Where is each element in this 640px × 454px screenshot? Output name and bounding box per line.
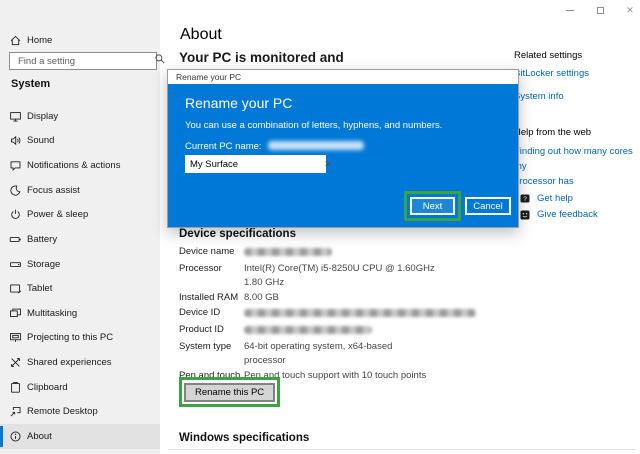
minimize-icon	[566, 9, 574, 11]
notifications-icon	[9, 159, 22, 172]
clipboard-icon	[9, 381, 22, 394]
current-pc-name-redacted	[267, 141, 364, 150]
spec-value: Pen and touch support with 10 touch poin…	[244, 370, 427, 381]
related-settings-heading: Related settings	[514, 50, 583, 61]
device-name-redacted	[244, 248, 332, 256]
dialog-description: You can use a combination of letters, hy…	[185, 120, 443, 131]
device-specifications-heading: Device specifications	[179, 228, 296, 240]
maximize-icon	[596, 6, 604, 14]
sidebar-item-remote-desktop[interactable]: Remote Desktop	[0, 400, 160, 425]
current-pc-name-label: Current PC name:	[185, 141, 364, 152]
give-feedback-link[interactable]: Give feedback	[537, 207, 598, 222]
sidebar-item-tablet[interactable]: Tablet	[0, 276, 160, 301]
close-button[interactable]: ✕	[622, 4, 638, 16]
spec-label: Product ID	[179, 324, 224, 335]
spec-value-redacted	[244, 245, 494, 261]
selected-accent-bar	[0, 426, 3, 447]
security-status-heading: Your PC is monitored and	[179, 50, 344, 65]
annotation-green-box-next	[404, 191, 461, 221]
device-specifications-table: Device name Processor Intel(R) Core(TM) …	[179, 245, 494, 383]
help-cores-link[interactable]: Finding out how many cores my processor …	[514, 144, 640, 189]
get-help-link[interactable]: Get help	[537, 191, 573, 206]
spec-label: Installed RAM	[179, 292, 239, 303]
sidebar: Home System Display Sound Notifications …	[0, 0, 165, 454]
projecting-icon	[9, 331, 22, 344]
bitlocker-settings-link[interactable]: BitLocker settings	[514, 66, 589, 81]
sidebar-item-power-sleep[interactable]: Power & sleep	[0, 203, 160, 228]
page-title: About	[180, 26, 222, 43]
sidebar-item-about[interactable]: About	[0, 424, 160, 449]
maximize-button[interactable]	[592, 4, 608, 16]
sidebar-item-storage[interactable]: Storage	[0, 252, 160, 277]
sidebar-item-label: Home	[27, 34, 53, 46]
annotation-green-box: Rename this PC	[179, 377, 281, 407]
focus-assist-icon	[9, 184, 22, 197]
sidebar-nav: Display Sound Notifications & actions Fo…	[0, 104, 160, 449]
product-id-redacted	[244, 326, 372, 334]
sidebar-item-shared-experiences[interactable]: Shared experiences	[0, 350, 160, 375]
search-box	[9, 52, 165, 70]
sidebar-item-display[interactable]: Display	[0, 104, 160, 129]
sidebar-section-title: System	[11, 78, 51, 90]
search-icon	[154, 52, 168, 70]
spec-label: Processor	[179, 263, 222, 274]
dialog-body: Rename your PC You can use a combination…	[168, 84, 518, 227]
close-icon: ✕	[626, 4, 634, 15]
pc-name-input-box: ✕	[185, 155, 332, 173]
dialog-titlebar: Rename your PC	[168, 70, 518, 84]
rename-this-pc-button[interactable]: Rename this PC	[184, 383, 276, 402]
dialog-heading: Rename your PC	[185, 95, 293, 111]
power-icon	[9, 208, 22, 221]
sound-icon	[9, 134, 22, 147]
remote-desktop-icon	[9, 405, 22, 418]
settings-window: Settings ✕ Home System Display	[0, 0, 640, 454]
sidebar-item-sound[interactable]: Sound	[0, 129, 160, 154]
tablet-icon	[9, 282, 22, 295]
home-icon	[9, 34, 22, 47]
window-controls: ✕	[562, 4, 638, 16]
spec-label: System type	[179, 341, 232, 352]
spec-value: Intel(R) Core(TM) i5-8250U CPU @ 1.60GHz…	[244, 263, 435, 288]
spec-label: Device ID	[179, 307, 221, 318]
sidebar-item-clipboard[interactable]: Clipboard	[0, 375, 160, 400]
dialog-titlebar-text: Rename your PC	[176, 72, 242, 82]
pc-name-input[interactable]	[185, 158, 322, 170]
system-info-link[interactable]: System info	[514, 89, 564, 104]
minimize-button[interactable]	[562, 4, 578, 16]
spec-value-redacted	[244, 323, 494, 339]
cancel-button[interactable]: Cancel	[465, 197, 511, 215]
sidebar-item-focus-assist[interactable]: Focus assist	[0, 178, 160, 203]
search-input[interactable]	[10, 55, 154, 67]
multitasking-icon	[9, 307, 22, 320]
shared-experiences-icon	[9, 356, 22, 369]
help-from-web-heading: Help from the web	[514, 127, 592, 138]
rename-annotation-area: Rename this PC	[179, 377, 281, 407]
device-id-redacted	[244, 309, 476, 317]
rename-pc-dialog: Rename your PC Rename your PC You can us…	[167, 69, 519, 228]
sidebar-item-multitasking[interactable]: Multitasking	[0, 301, 160, 326]
section-divider	[168, 449, 636, 450]
spec-value: 64-bit operating system, x64-based proce…	[244, 341, 393, 366]
battery-icon	[9, 233, 22, 246]
windows-specifications-heading: Windows specifications	[179, 432, 310, 444]
feedback-icon	[520, 210, 530, 220]
spec-label: Device name	[179, 246, 235, 257]
display-icon	[9, 110, 22, 123]
sidebar-item-battery[interactable]: Battery	[0, 227, 160, 252]
sidebar-item-home[interactable]: Home	[0, 29, 160, 51]
about-icon	[9, 430, 22, 443]
give-feedback-row[interactable]: Give feedback	[520, 207, 598, 222]
spec-value-redacted	[244, 306, 494, 322]
storage-icon	[9, 258, 22, 271]
sidebar-item-projecting[interactable]: Projecting to this PC	[0, 326, 160, 351]
get-help-icon: ?	[520, 194, 530, 204]
sidebar-item-notifications[interactable]: Notifications & actions	[0, 153, 160, 178]
svg-text:?: ?	[523, 195, 527, 202]
get-help-row[interactable]: ? Get help	[520, 191, 573, 206]
clear-input-icon[interactable]: ✕	[321, 159, 335, 170]
spec-value: 8.00 GB	[244, 292, 279, 303]
